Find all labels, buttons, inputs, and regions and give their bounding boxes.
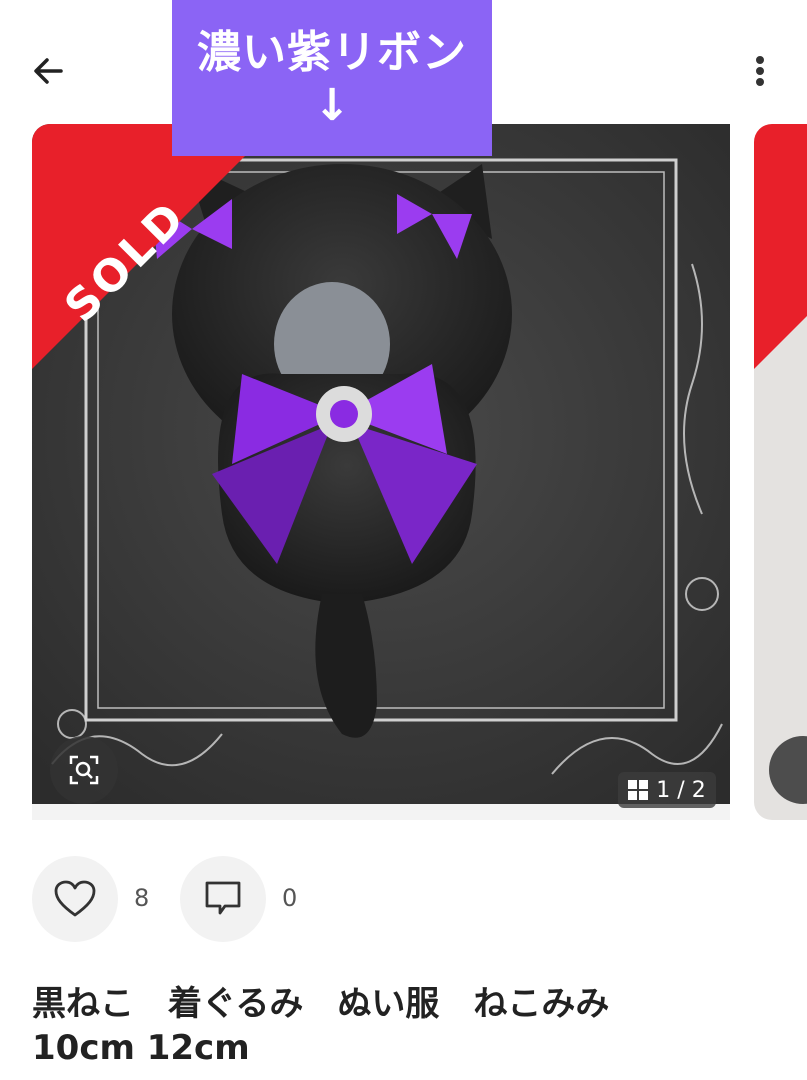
product-title-line-1: 黒ねこ 着ぐるみ ぬい服 ねこみみ	[32, 984, 610, 1024]
arrow-left-icon	[34, 58, 63, 84]
product-title-line-2: 10cm 12cm	[32, 1028, 250, 1068]
action-row: 8 0	[32, 856, 772, 942]
next-sold-banner	[754, 124, 807, 369]
image-carousel[interactable]: SOLD 1 / 2	[32, 124, 807, 824]
comment-button[interactable]	[180, 856, 266, 942]
image-counter-text: 1 / 2	[656, 777, 706, 803]
heart-icon	[54, 880, 96, 917]
annotation-arrow: ↓	[313, 80, 351, 131]
annotation-label: 濃い紫リボン	[197, 27, 467, 78]
comment-count: 0	[282, 884, 298, 912]
product-image-slide[interactable]: SOLD 1 / 2	[32, 124, 730, 820]
image-search-button[interactable]	[50, 736, 118, 804]
comment-icon	[205, 881, 241, 915]
like-count: 8	[134, 884, 150, 912]
next-image-slide-peek[interactable]	[754, 124, 807, 820]
product-title: 黒ねこ 着ぐるみ ぬい服 ねこみみ 10cm 12cm	[32, 982, 772, 1070]
grid-icon	[628, 780, 649, 800]
like-button[interactable]	[32, 856, 118, 942]
image-counter[interactable]: 1 / 2	[618, 772, 716, 808]
back-button[interactable]	[26, 48, 72, 94]
more-vertical-icon	[756, 56, 764, 86]
more-options-button[interactable]	[740, 48, 780, 94]
annotation-callout: 濃い紫リボン ↓	[172, 0, 492, 156]
image-search-icon	[69, 755, 99, 785]
next-image-search-button[interactable]	[769, 736, 807, 804]
